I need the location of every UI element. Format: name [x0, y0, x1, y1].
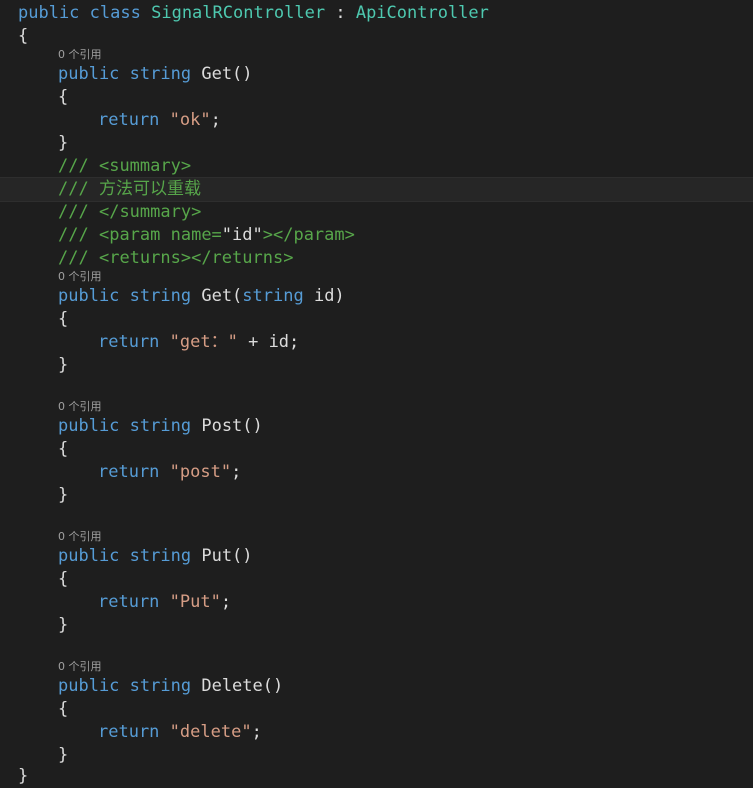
keyword-return: return — [98, 722, 160, 742]
brace-close: } — [58, 133, 69, 153]
string-literal: "delete" — [169, 722, 252, 742]
keyword-string: string — [129, 286, 192, 306]
brace-close: } — [58, 615, 69, 635]
parameter: id) — [303, 286, 345, 306]
doc-slashes: /// — [58, 179, 89, 199]
reference-count-lens[interactable]: 0 个引用 — [58, 530, 102, 544]
brace-open-line[interactable]: { — [0, 86, 753, 109]
string-literal: "Put" — [169, 592, 221, 612]
method-name: Post() — [201, 416, 263, 436]
method-delete-signature-line[interactable]: public string Delete() — [0, 675, 753, 698]
reference-count-lens[interactable]: 0 个引用 — [58, 270, 102, 284]
doc-tag: <param name= — [98, 225, 222, 245]
class-name: SignalRController — [151, 3, 326, 23]
doc-slashes: /// — [58, 156, 89, 176]
method-name: Delete() — [201, 676, 284, 696]
keyword-public: public — [58, 676, 120, 696]
doc-summary-open-line[interactable]: /// <summary> — [0, 155, 753, 178]
return-get-id-line[interactable]: return "get：" + id; — [0, 331, 753, 354]
brace-close-line[interactable]: } — [0, 744, 753, 767]
keyword-public: public — [58, 546, 120, 566]
doc-slashes: /// — [58, 202, 89, 222]
method-name: Get( — [201, 286, 243, 306]
keyword-class: class — [89, 3, 141, 23]
method-get-signature-line[interactable]: public string Get() — [0, 63, 753, 86]
brace-close: } — [18, 766, 29, 786]
brace-open: { — [58, 309, 69, 329]
brace-close: } — [58, 355, 69, 375]
doc-summary-close-line[interactable]: /// </summary> — [0, 201, 753, 224]
keyword-string: string — [129, 416, 192, 436]
doc-tag: ></param> — [262, 225, 355, 245]
doc-slashes: /// — [58, 225, 89, 245]
class-brace-open-line[interactable]: { — [0, 25, 753, 48]
doc-summary-text: 方法可以重载 — [98, 179, 201, 199]
brace-close-line[interactable]: } — [0, 132, 753, 155]
keyword-return: return — [98, 110, 160, 130]
keyword-string: string — [129, 64, 192, 84]
keyword-public: public — [18, 3, 80, 23]
brace-close-line[interactable]: } — [0, 484, 753, 507]
semicolon: ; — [231, 462, 242, 482]
method-post-signature-line[interactable]: public string Post() — [0, 415, 753, 438]
method-name: Put() — [201, 546, 253, 566]
doc-param-value: "id" — [221, 225, 263, 245]
keyword-return: return — [98, 332, 160, 352]
string-literal: "ok" — [169, 110, 211, 130]
brace-open: { — [58, 699, 69, 719]
brace-open-line[interactable]: { — [0, 308, 753, 331]
brace-open: { — [58, 439, 69, 459]
keyword-return: return — [98, 462, 160, 482]
method-name: Get() — [201, 64, 253, 84]
brace-close-line[interactable]: } — [0, 354, 753, 377]
brace-open: { — [58, 87, 69, 107]
doc-slashes: /// — [58, 248, 89, 268]
code-editor[interactable]: public class SignalRController : ApiCont… — [0, 0, 753, 788]
brace-open-line[interactable]: { — [0, 698, 753, 721]
expression: + id; — [237, 332, 300, 352]
doc-returns-line[interactable]: /// <returns></returns> — [0, 247, 753, 270]
brace-open-line[interactable]: { — [0, 438, 753, 461]
reference-count-lens[interactable]: 0 个引用 — [58, 48, 102, 62]
class-declaration-line[interactable]: public class SignalRController : ApiCont… — [0, 2, 753, 25]
keyword-string: string — [129, 676, 192, 696]
keyword-string: string — [129, 546, 192, 566]
reference-count-lens[interactable]: 0 个引用 — [58, 400, 102, 414]
doc-tag: <summary> — [98, 156, 192, 176]
class-brace-close-line[interactable]: } — [0, 765, 753, 788]
doc-tag: </summary> — [98, 202, 202, 222]
keyword-public: public — [58, 416, 120, 436]
string-literal: "get：" — [169, 332, 238, 352]
reference-count-lens[interactable]: 0 个引用 — [58, 660, 102, 674]
brace-close: } — [58, 745, 69, 765]
doc-summary-text-line[interactable]: /// 方法可以重载 — [0, 177, 753, 202]
string-literal: "post" — [169, 462, 232, 482]
return-ok-line[interactable]: return "ok"; — [0, 109, 753, 132]
keyword-public: public — [58, 286, 120, 306]
method-get-id-signature-line[interactable]: public string Get(string id) — [0, 285, 753, 308]
doc-tag: <returns></returns> — [98, 248, 294, 268]
colon: : — [325, 3, 356, 23]
brace-open: { — [58, 569, 69, 589]
semicolon: ; — [220, 592, 232, 612]
doc-param-line[interactable]: /// <param name="id"></param> — [0, 224, 753, 247]
brace-close-line[interactable]: } — [0, 614, 753, 637]
return-delete-line[interactable]: return "delete"; — [0, 721, 753, 744]
semicolon: ; — [210, 110, 221, 130]
return-put-line[interactable]: return "Put"; — [0, 591, 753, 614]
keyword-return: return — [98, 592, 160, 612]
keyword-public: public — [58, 64, 120, 84]
brace-open-line[interactable]: { — [0, 568, 753, 591]
brace-open: { — [18, 26, 29, 46]
method-put-signature-line[interactable]: public string Put() — [0, 545, 753, 568]
return-post-line[interactable]: return "post"; — [0, 461, 753, 484]
keyword-string: string — [242, 286, 304, 306]
semicolon: ; — [251, 722, 262, 742]
base-class-name: ApiController — [355, 3, 489, 23]
brace-close: } — [58, 485, 69, 505]
